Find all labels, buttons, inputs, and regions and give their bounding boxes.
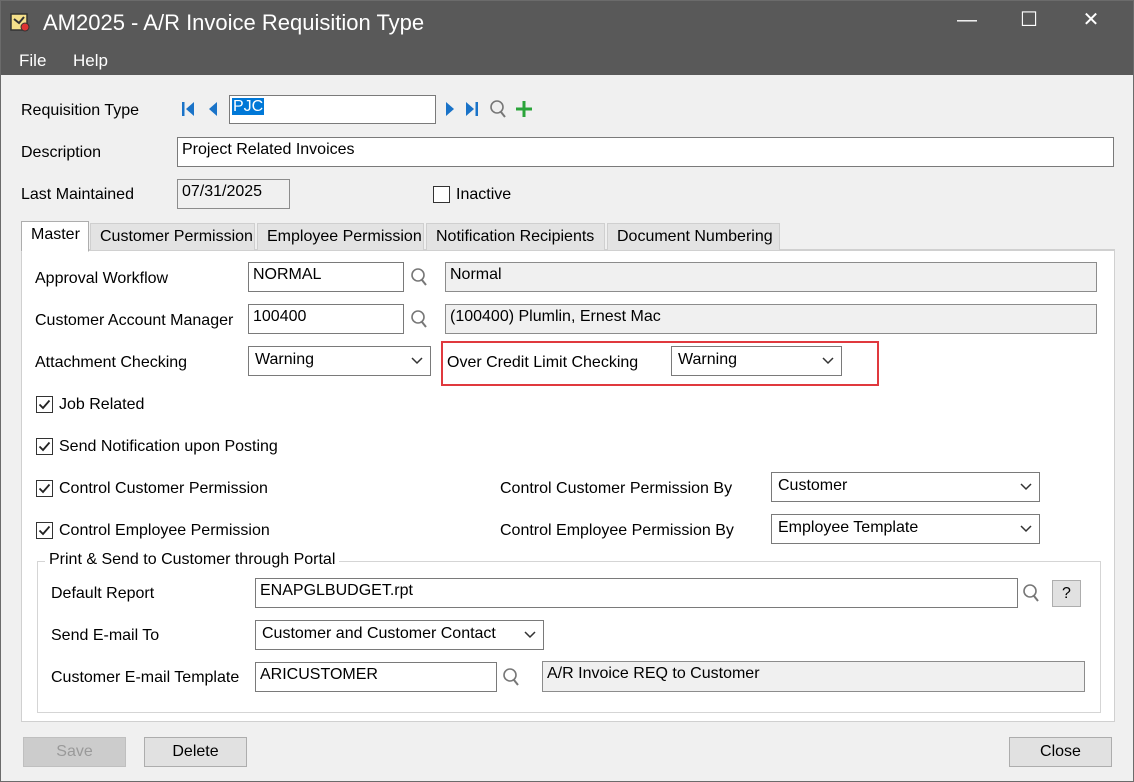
email-template-lookup-icon[interactable] — [502, 667, 520, 687]
tab-document-numbering[interactable]: Document Numbering — [607, 223, 780, 251]
requisition-type-lookup-icon[interactable] — [489, 99, 507, 119]
tab-employee-permission[interactable]: Employee Permission — [257, 223, 424, 251]
requisition-type-label: Requisition Type — [21, 102, 139, 119]
last-maintained-label: Last Maintained — [21, 186, 134, 203]
control-employee-label: Control Employee Permission — [59, 522, 270, 539]
chevron-down-icon — [1020, 525, 1032, 533]
control-customer-checkbox[interactable] — [36, 480, 53, 497]
over-credit-select[interactable]: Warning — [671, 346, 842, 376]
account-manager-label: Customer Account Manager — [35, 312, 234, 329]
email-template-input[interactable]: ARICUSTOMER — [255, 662, 497, 692]
inactive-label: Inactive — [456, 186, 512, 203]
default-report-lookup-icon[interactable] — [1022, 583, 1040, 603]
title-bar: AM2025 - A/R Invoice Requisition Type — … — [1, 1, 1133, 45]
requisition-type-input[interactable]: PJC — [229, 95, 436, 124]
tab-customer-permission[interactable]: Customer Permission — [90, 223, 255, 251]
account-manager-description: (100400) Plumlin, Ernest Mac — [445, 304, 1097, 334]
approval-workflow-input[interactable]: NORMAL — [248, 262, 404, 292]
last-maintained-value: 07/31/2025 — [177, 179, 290, 209]
app-window: AM2025 - A/R Invoice Requisition Type — … — [0, 0, 1134, 782]
account-manager-input[interactable]: 100400 — [248, 304, 404, 334]
attachment-checking-value: Warning — [255, 351, 314, 368]
attachment-checking-label: Attachment Checking — [35, 354, 188, 371]
close-button[interactable]: Close — [1009, 737, 1112, 767]
control-employee-by-select[interactable]: Employee Template — [771, 514, 1040, 544]
approval-workflow-lookup-icon[interactable] — [410, 267, 428, 287]
chevron-down-icon — [1020, 483, 1032, 491]
tab-master[interactable]: Master — [21, 221, 89, 252]
portal-group-title: Print & Send to Customer through Portal — [45, 551, 340, 569]
job-related-checkbox[interactable] — [36, 396, 53, 413]
save-button[interactable]: Save — [23, 737, 126, 767]
control-customer-by-value: Customer — [778, 477, 848, 494]
requisition-type-value: PJC — [232, 98, 265, 115]
checkmark-icon — [38, 525, 51, 536]
chevron-down-icon — [822, 357, 834, 365]
delete-button[interactable]: Delete — [144, 737, 247, 767]
account-manager-lookup-icon[interactable] — [410, 309, 428, 329]
default-report-input[interactable]: ENAPGLBUDGET.rpt — [255, 578, 1018, 608]
checkmark-icon — [38, 399, 51, 410]
default-report-label: Default Report — [51, 585, 155, 602]
inactive-checkbox[interactable] — [433, 186, 450, 203]
over-credit-value: Warning — [678, 351, 737, 368]
send-notification-checkbox[interactable] — [36, 438, 53, 455]
control-employee-checkbox[interactable] — [36, 522, 53, 539]
description-label: Description — [21, 144, 102, 161]
control-customer-label: Control Customer Permission — [59, 480, 268, 497]
app-icon — [10, 13, 30, 32]
window-title: AM2025 - A/R Invoice Requisition Type — [43, 10, 425, 35]
send-email-select[interactable]: Customer and Customer Contact — [255, 620, 544, 650]
chevron-down-icon — [524, 631, 536, 639]
control-employee-by-value: Employee Template — [778, 519, 919, 536]
menu-file[interactable]: File — [19, 51, 46, 71]
control-employee-by-label: Control Employee Permission By — [500, 522, 734, 539]
close-window-button[interactable]: ✕ — [1063, 1, 1119, 41]
chevron-down-icon — [411, 357, 423, 365]
menu-help[interactable]: Help — [73, 51, 108, 71]
over-credit-label: Over Credit Limit Checking — [447, 354, 639, 371]
report-help-button[interactable]: ? — [1052, 580, 1081, 607]
attachment-checking-select[interactable]: Warning — [248, 346, 431, 376]
description-input[interactable]: Project Related Invoices — [177, 137, 1114, 167]
last-record-icon[interactable] — [465, 100, 479, 118]
checkmark-icon — [38, 483, 51, 494]
control-customer-by-label: Control Customer Permission By — [500, 480, 733, 497]
tab-notification-recipients[interactable]: Notification Recipients — [426, 223, 605, 251]
next-record-icon[interactable] — [444, 100, 456, 118]
minimize-button[interactable]: — — [939, 1, 995, 41]
checkmark-icon — [38, 441, 51, 452]
email-template-description: A/R Invoice REQ to Customer — [542, 661, 1085, 692]
email-template-label: Customer E-mail Template — [51, 669, 240, 686]
send-email-value: Customer and Customer Contact — [262, 625, 496, 642]
send-notification-label: Send Notification upon Posting — [59, 438, 278, 455]
add-new-icon[interactable] — [515, 100, 533, 118]
job-related-label: Job Related — [59, 396, 145, 413]
menu-bar: File Help — [1, 45, 1133, 75]
maximize-button[interactable]: ☐ — [1001, 1, 1057, 41]
approval-workflow-label: Approval Workflow — [35, 270, 169, 287]
control-customer-by-select[interactable]: Customer — [771, 472, 1040, 502]
first-record-icon[interactable] — [181, 100, 195, 118]
approval-workflow-description: Normal — [445, 262, 1097, 292]
previous-record-icon[interactable] — [207, 100, 219, 118]
send-email-label: Send E-mail To — [51, 627, 160, 644]
